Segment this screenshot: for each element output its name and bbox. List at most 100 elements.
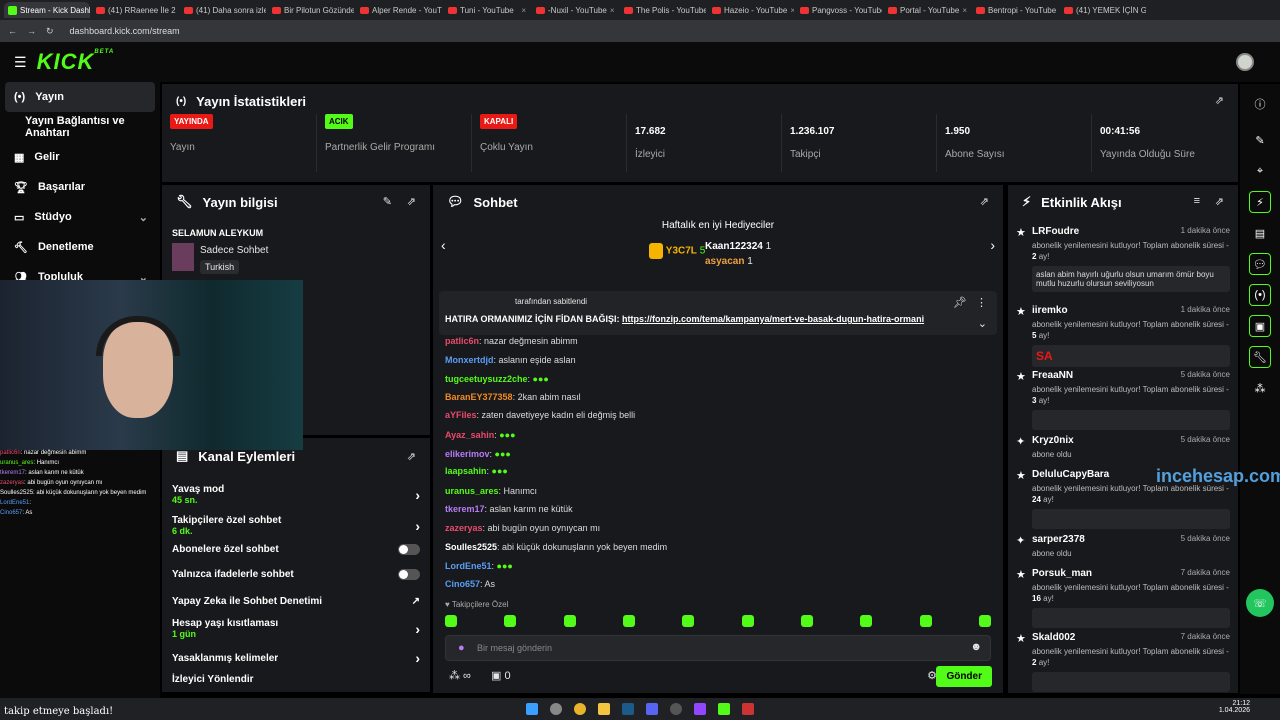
browser-tab[interactable]: Bentropi - YouTube× (972, 2, 1058, 18)
emote-icon[interactable] (622, 615, 635, 627)
more-icon[interactable]: ⋮ (976, 296, 987, 309)
toggle-switch[interactable] (398, 569, 420, 580)
close-icon[interactable]: × (790, 6, 794, 15)
info-icon[interactable]: ⓘ (1249, 93, 1271, 115)
gift-count[interactable]: ▣ 0 (491, 669, 511, 682)
windows-start-icon[interactable] (526, 703, 538, 715)
sidebar-item-4[interactable]: ▭ Stüdyo ⌄ (0, 202, 160, 232)
filter-icon[interactable]: ≡ (1194, 195, 1200, 207)
popout-icon[interactable]: ⇗ (1215, 195, 1224, 208)
lightning-icon[interactable]: ⚡︎ (1249, 191, 1271, 213)
channel-action-row[interactable]: Abonelere özel sohbet (162, 544, 430, 555)
close-icon[interactable]: × (521, 6, 526, 15)
chrome-icon[interactable] (574, 703, 586, 715)
chat-username[interactable]: Soulles2525 (445, 542, 497, 552)
kick-app-icon[interactable] (718, 703, 730, 715)
popout-icon[interactable]: ⇗ (980, 195, 989, 208)
browser-tab[interactable]: (41) Daha sonra izle× (180, 2, 266, 18)
back-icon[interactable]: ← (8, 26, 17, 36)
steam-icon[interactable] (622, 703, 634, 715)
emoji-icon[interactable]: ☻ (970, 641, 982, 653)
edit-icon[interactable]: ✎ (383, 195, 392, 208)
emote-icon[interactable] (504, 615, 517, 627)
chat-username[interactable]: tugceetuysuzz2che (445, 374, 528, 384)
popout-icon[interactable]: ⇗ (407, 195, 416, 208)
browser-tab[interactable]: Bir Pilotun Gözünden× (268, 2, 354, 18)
chevron-down-icon[interactable]: ⌄ (978, 317, 987, 330)
emote-icon[interactable] (563, 615, 576, 627)
sidebar-item-1[interactable]: Yayın Bağlantısı ve Anahtarı (0, 112, 160, 142)
chat-username[interactable]: Ayaz_sahin (445, 430, 494, 440)
chat-username[interactable]: tkerem17 (445, 504, 485, 514)
send-button[interactable]: Gönder (936, 666, 992, 687)
chat-username[interactable]: LordEne51 (445, 561, 492, 571)
discord-icon[interactable] (646, 703, 658, 715)
app-icon[interactable] (694, 703, 706, 715)
browser-tab[interactable]: Hazeio - YouTube × (708, 2, 794, 18)
browser-tab[interactable]: (41) YEMEK İÇİN G× (1060, 2, 1146, 18)
browser-tab[interactable]: Alper Rende - YouT× (356, 2, 442, 18)
menu-icon[interactable]: ☰ (14, 54, 27, 71)
browser-tab[interactable]: -Nuxil - YouTube × (532, 2, 618, 18)
broadcast-icon[interactable]: (•) (1249, 284, 1271, 306)
browser-tab[interactable]: Tuni - YouTube × (444, 2, 530, 18)
next-arrow-icon[interactable]: › (990, 237, 995, 253)
browser-tab[interactable]: Stream - Kick Dashb× (4, 2, 90, 18)
emote-icon[interactable] (741, 615, 754, 627)
emote-icon[interactable] (682, 615, 695, 627)
points-icon[interactable]: ⁂ ∞ (449, 669, 471, 682)
channel-action-row[interactable]: Yalnızca ifadelerle sohbet (162, 569, 430, 580)
actions-icon[interactable]: ▣ (1249, 315, 1271, 337)
sidebar-item-2[interactable]: ▦ Gelir (0, 142, 160, 172)
message-input[interactable]: ● Bir mesaj gönderin ☻ (445, 635, 991, 661)
chat-username[interactable]: elikerimov (445, 449, 490, 459)
prev-arrow-icon[interactable]: ‹ (441, 237, 446, 253)
edit-icon[interactable]: ✎ (1249, 129, 1271, 151)
avatar[interactable] (1236, 53, 1254, 71)
clipboard-icon[interactable]: ▤ (1249, 222, 1271, 244)
browser-tab[interactable]: (41) RRaenee İle 2 S× (92, 2, 178, 18)
emote-icon[interactable] (919, 615, 932, 627)
chat-username[interactable]: uranus_ares (445, 486, 499, 496)
chat-username[interactable]: BaranEY377358 (445, 392, 513, 402)
chat-username[interactable]: Monxertdjd (445, 355, 494, 365)
browser-tab[interactable]: Portal - YouTube × (884, 2, 970, 18)
emote-icon[interactable] (978, 615, 991, 627)
wrench-icon[interactable]: 🔧︎ (1249, 346, 1271, 368)
pinned-message[interactable]: tarafından sabitlendi HATIRA ORMANIMIZ İ… (439, 291, 997, 335)
sidebar-item-3[interactable]: 🏆︎ Başarılar (0, 172, 160, 202)
channel-action-row[interactable]: Hesap yaşı kısıtlaması 1 gün › (162, 618, 430, 639)
close-icon[interactable]: × (610, 6, 615, 15)
channel-action-row[interactable]: Yavaş mod 45 sn. › (162, 484, 430, 505)
app-icon[interactable] (742, 703, 754, 715)
chat-username[interactable]: zazeryas (445, 523, 483, 533)
popout-icon[interactable]: ⇗ (1215, 94, 1224, 107)
chat-icon[interactable]: 💬︎ (1249, 253, 1271, 275)
kick-logo[interactable]: KICKBETA (37, 49, 115, 75)
browser-tab[interactable]: Pangvoss - YouTube× (796, 2, 882, 18)
nodes-icon[interactable]: ⁂ (1249, 377, 1271, 399)
channel-action-row[interactable]: Yapay Zeka ile Sohbet Denetimi ↗ (162, 596, 430, 607)
chat-username[interactable]: aYFiles (445, 410, 477, 420)
chat-username[interactable]: Cino657 (445, 579, 480, 589)
explorer-icon[interactable] (598, 703, 610, 715)
chat-username[interactable]: laapsahin (445, 466, 487, 476)
pin-icon[interactable]: 📌︎ (953, 296, 967, 309)
focus-icon[interactable]: ⌖ (1249, 160, 1271, 182)
sidebar-item-0[interactable]: (•) Yayın (5, 82, 155, 112)
reload-icon[interactable]: ↻ (46, 26, 54, 37)
channel-action-row[interactable]: Yasaklanmış kelimeler › (162, 650, 430, 666)
channel-action-row[interactable]: Takipçilere özel sohbet 6 dk. › (162, 515, 430, 536)
forward-icon[interactable]: → (27, 26, 36, 36)
url-field[interactable]: dashboard.kick.com/stream (70, 26, 180, 36)
emote-icon[interactable] (860, 615, 873, 627)
browser-tab[interactable]: The Polis - YouTube× (620, 2, 706, 18)
emote-icon[interactable] (800, 615, 813, 627)
sidebar-item-5[interactable]: 🔨︎ Denetleme (0, 232, 160, 262)
obs-icon[interactable] (670, 703, 682, 715)
close-icon[interactable]: × (962, 6, 967, 15)
search-icon[interactable] (550, 703, 562, 715)
toggle-switch[interactable] (398, 544, 420, 555)
support-icon[interactable]: ☏ (1246, 589, 1274, 617)
popout-icon[interactable]: ⇗ (407, 450, 416, 463)
